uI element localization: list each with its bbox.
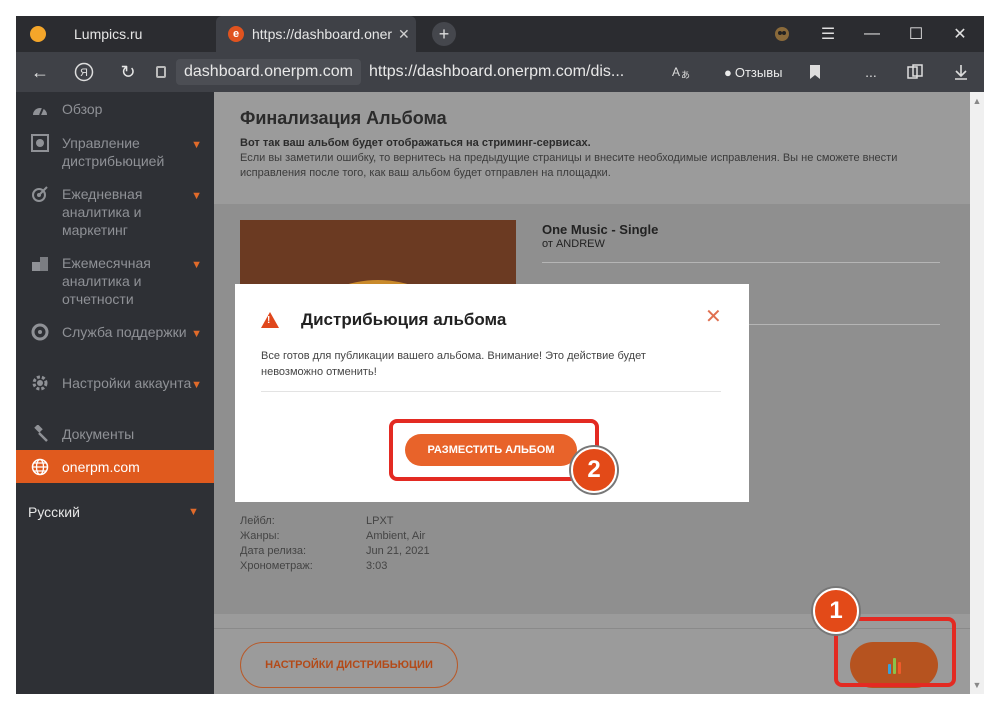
highlight-publish <box>389 419 599 481</box>
chevron-down-icon: ▼ <box>191 259 202 271</box>
chevron-down-icon: ▼ <box>191 139 202 151</box>
close-tab-icon[interactable]: ✕ <box>398 26 410 43</box>
lock-icon <box>156 66 166 78</box>
meta-row-release-date: Дата релиза: Jun 21, 2021 <box>240 545 430 557</box>
close-window-icon[interactable]: ✕ <box>938 16 982 52</box>
warning-icon <box>261 312 279 328</box>
meta-row-duration: Хронометраж: 3:03 <box>240 560 388 572</box>
page-description: Если вы заметили ошибку, то вернитесь на… <box>240 152 898 179</box>
new-tab-button[interactable]: + <box>432 22 456 46</box>
svg-text:あ: あ <box>681 70 690 80</box>
divider <box>261 391 721 392</box>
bookmark-icon[interactable] <box>802 52 828 92</box>
minimize-icon[interactable]: — <box>850 16 894 52</box>
modal-message: Все готов для публикации вашего альбома.… <box>261 350 646 378</box>
reload-icon[interactable]: ↻ <box>110 52 146 92</box>
page-header: Финализация Альбома Вот так ваш альбом б… <box>240 108 940 181</box>
sidebar-item-daily-analytics[interactable]: Ежедневная аналитика и маркетинг ▼ <box>16 185 214 239</box>
speech-bubble-icon: ● <box>724 64 732 80</box>
gavel-icon <box>30 425 50 443</box>
onerpm-favicon-icon: e <box>228 26 244 42</box>
menu-icon[interactable]: ☰ <box>806 16 850 52</box>
coins-icon <box>30 254 50 272</box>
dashboard-icon <box>30 100 50 118</box>
svg-text:Я: Я <box>80 67 88 79</box>
distribution-settings-button[interactable]: НАСТРОЙКИ ДИСТРИБЬЮЦИИ <box>240 642 458 688</box>
target-icon <box>30 185 50 203</box>
disc-icon <box>30 134 50 152</box>
url-field[interactable]: dashboard.onerpm.com https://dashboard.o… <box>156 58 656 86</box>
scrollbar[interactable]: ▲ ▼ <box>970 92 984 694</box>
sidebar: Обзор Управление дистрибьюцией ▼ Ежеднев… <box>16 92 214 694</box>
sidebar-item-account-settings[interactable]: Настройки аккаунта ▼ <box>16 374 214 392</box>
tab-lumpics[interactable]: Lumpics.ru <box>16 16 214 52</box>
url-text: https://dashboard.onerpm.com/dis... <box>368 63 625 80</box>
chevron-down-icon: ▼ <box>191 379 202 391</box>
chevron-down-icon: ▼ <box>191 328 202 340</box>
meta-row-genres: Жанры: Ambient, Air <box>240 530 426 542</box>
callout-badge-1: 1 <box>813 588 859 634</box>
highlight-next-step <box>834 617 956 687</box>
tab-title: Lumpics.ru <box>74 26 143 42</box>
sidebar-item-distribution[interactable]: Управление дистрибьюцией ▼ <box>16 134 214 170</box>
modal-title: Дистрибьюция альбома <box>301 310 507 329</box>
sidebar-item-support[interactable]: Служба поддержки ▼ <box>16 323 214 341</box>
gear-icon <box>30 374 50 392</box>
close-icon[interactable]: ✕ <box>705 304 722 329</box>
release-artist: от ANDREW <box>542 238 605 250</box>
divider <box>542 262 940 263</box>
callout-badge-2: 2 <box>571 447 617 493</box>
sidebar-item-overview[interactable]: Обзор <box>16 100 214 118</box>
reviews-label: Отзывы <box>734 64 783 80</box>
tab-title: https://dashboard.onerpm.com/distributio… <box>252 26 392 42</box>
release-meta: Лейбл: LPXT Жанры: Ambient, Air Дата рел… <box>240 514 430 574</box>
scroll-up-icon[interactable]: ▲ <box>970 94 984 108</box>
more-button[interactable]: ... <box>858 52 884 92</box>
page-title: Финализация Альбома <box>240 108 447 128</box>
back-arrow-icon[interactable]: ← <box>22 52 58 92</box>
sidebar-item-monthly-analytics[interactable]: Ежемесячная аналитика и отчетности ▼ <box>16 254 214 308</box>
lifebuoy-icon <box>30 323 50 341</box>
maximize-icon[interactable]: ☐ <box>894 16 938 52</box>
reviews-button[interactable]: ● Отзывы <box>718 60 788 84</box>
download-icon[interactable] <box>948 52 974 92</box>
translate-icon[interactable]: Aあ <box>666 52 696 92</box>
release-title: One Music - Single <box>542 222 659 237</box>
meta-row-label: Лейбл: LPXT <box>240 515 394 527</box>
url-domain: dashboard.onerpm.com <box>176 59 361 85</box>
extension-icon[interactable] <box>760 16 804 52</box>
tab-bar: Lumpics.ru e https://dashboard.onerpm.co… <box>16 16 984 52</box>
page-subtitle: Вот так ваш альбом будет отображаться на… <box>240 137 591 149</box>
sidebar-item-documents[interactable]: Документы <box>16 425 214 443</box>
chevron-down-icon: ▼ <box>188 506 199 518</box>
svg-text:A: A <box>672 65 680 79</box>
tab-onerpm[interactable]: e https://dashboard.onerpm.com/distribut… <box>216 16 416 52</box>
sidebar-item-onerpm[interactable]: onerpm.com <box>16 450 214 483</box>
chevron-down-icon: ▼ <box>191 190 202 202</box>
yandex-icon[interactable]: Я <box>66 52 102 92</box>
globe-icon <box>30 458 50 476</box>
scroll-down-icon[interactable]: ▼ <box>970 678 984 692</box>
language-selector[interactable]: Русский <box>28 504 80 520</box>
lumpics-favicon-icon <box>30 26 46 42</box>
collections-icon[interactable] <box>902 52 928 92</box>
